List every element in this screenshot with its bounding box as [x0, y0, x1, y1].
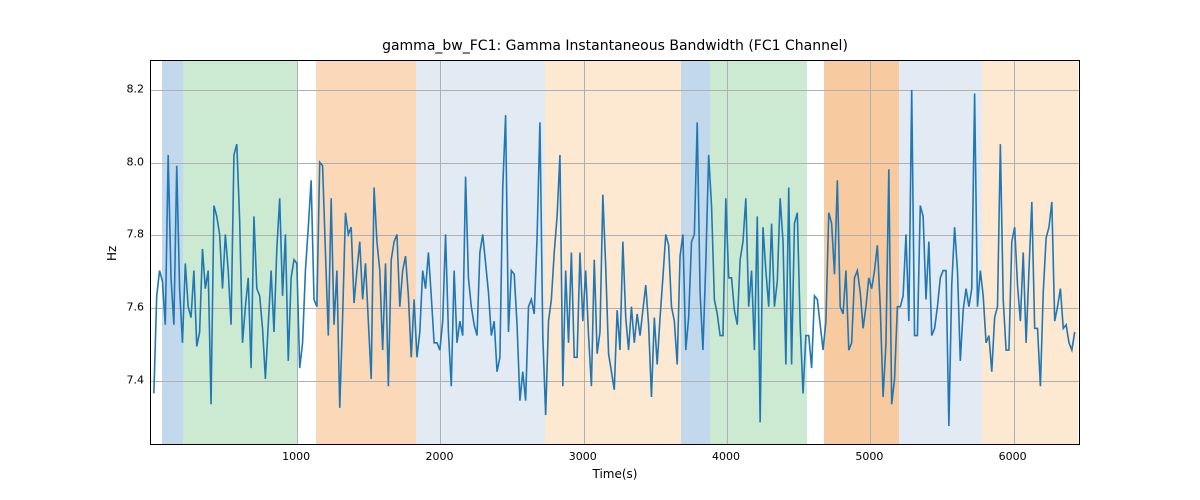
plot-area: [150, 60, 1080, 445]
chart-title: gamma_bw_FC1: Gamma Instantaneous Bandwi…: [150, 38, 1080, 54]
y-tick: 7.6: [118, 300, 144, 313]
x-tick: 4000: [712, 450, 740, 463]
x-tick: 1000: [282, 450, 310, 463]
x-tick: 2000: [425, 450, 453, 463]
y-axis-label: Hz: [105, 245, 119, 260]
data-line: [151, 61, 1079, 444]
y-tick: 8.2: [118, 83, 144, 96]
x-tick: 5000: [855, 450, 883, 463]
x-tick: 3000: [569, 450, 597, 463]
figure: gamma_bw_FC1: Gamma Instantaneous Bandwi…: [0, 0, 1200, 500]
y-tick: 7.4: [118, 373, 144, 386]
x-axis-label: Time(s): [150, 467, 1080, 481]
y-tick: 7.8: [118, 228, 144, 241]
y-tick: 8.0: [118, 155, 144, 168]
series-line: [154, 90, 1075, 426]
x-tick: 6000: [999, 450, 1027, 463]
